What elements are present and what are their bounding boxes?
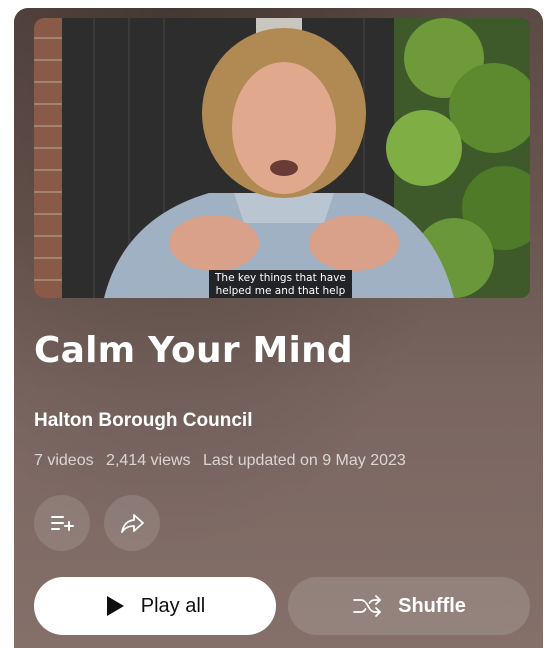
shuffle-button[interactable]: Shuffle <box>288 577 530 635</box>
channel-name-link[interactable]: Halton Borough Council <box>34 410 252 432</box>
playlist-add-icon <box>51 516 74 531</box>
play-all-label: Play all <box>140 594 206 617</box>
last-updated: Last updated on 9 May 2023 <box>203 452 406 469</box>
save-to-playlist-button[interactable] <box>34 495 90 551</box>
playlist-title: Calm Your Mind <box>34 330 353 371</box>
shuffle-icon <box>352 594 382 618</box>
share-icon <box>121 514 144 533</box>
view-count: 2,414 views <box>106 452 191 469</box>
video-count: 7 videos <box>34 452 94 469</box>
playlist-metadata: 7 videos 2,414 views Last updated on 9 M… <box>34 452 414 470</box>
play-all-button[interactable]: Play all <box>34 577 276 635</box>
shuffle-label: Shuffle <box>398 594 466 617</box>
playlist-thumbnail[interactable]: The key things that have helped me and t… <box>34 18 530 298</box>
playlist-header-card: The key things that have helped me and t… <box>14 8 543 648</box>
thumbnail-image <box>34 18 530 298</box>
play-icon <box>105 595 125 617</box>
video-caption: The key things that have helped me and t… <box>209 270 352 298</box>
share-button[interactable] <box>104 495 160 551</box>
